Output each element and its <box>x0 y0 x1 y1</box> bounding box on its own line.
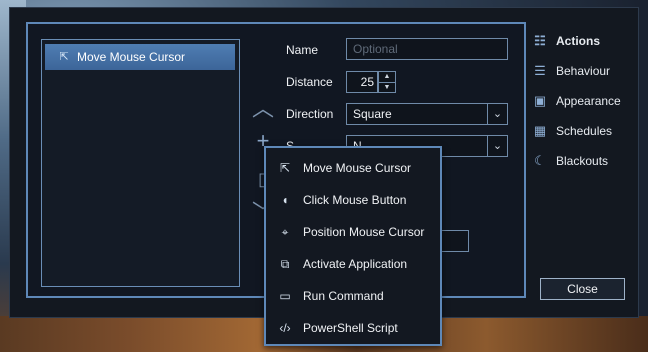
distance-stepper[interactable]: ▲ ▼ <box>378 71 396 93</box>
appearance-icon: ▣ <box>533 93 547 108</box>
name-label: Name <box>286 43 319 57</box>
stepper-down-icon[interactable]: ▼ <box>379 83 395 93</box>
direction-select[interactable]: Square ⌄ <box>346 103 508 125</box>
window-icon: ⧉ <box>280 257 290 271</box>
mouse-click-icon: ◖ <box>281 193 289 207</box>
list-icon: ☷ <box>534 33 546 48</box>
moon-icon: ☾ <box>534 153 546 168</box>
partially-hidden-input[interactable] <box>438 230 469 252</box>
sidebar-item-appearance[interactable]: ▣ Appearance <box>532 90 621 112</box>
sidebar-item-schedules[interactable]: ▦ Schedules <box>532 120 612 142</box>
calendar-icon: ▦ <box>533 123 547 138</box>
add-action-menu: ⇱ Move Mouse Cursor ◖ Click Mouse Button… <box>264 146 442 346</box>
name-input[interactable]: Optional <box>346 38 508 60</box>
mouse-pointer-icon: ⇱ <box>279 161 291 175</box>
menu-item-click-mouse-button[interactable]: ◖ Click Mouse Button <box>266 186 440 214</box>
menu-item-label: Run Command <box>303 289 384 303</box>
sidebar-item-blackouts[interactable]: ☾ Blackouts <box>532 150 608 172</box>
sliders-icon: ☰ <box>534 63 546 78</box>
stepper-up-icon[interactable]: ▲ <box>379 72 395 83</box>
sidebar-item-label: Blackouts <box>556 154 609 168</box>
menu-item-label: Click Mouse Button <box>303 193 407 207</box>
action-list-item-move-mouse-cursor[interactable]: ⇱ Move Mouse Cursor <box>45 44 235 70</box>
direction-label: Direction <box>286 107 334 121</box>
menu-item-activate-application[interactable]: ⧉ Activate Application <box>266 250 440 278</box>
menu-item-position-mouse-cursor[interactable]: ⌖ Position Mouse Cursor <box>266 218 440 246</box>
close-button[interactable]: Close <box>540 278 625 300</box>
menu-item-powershell-script[interactable]: ‹/› PowerShell Script <box>266 314 440 342</box>
chevron-down-icon[interactable]: ⌄ <box>487 136 507 156</box>
sidebar-item-actions[interactable]: ☷ Actions <box>532 30 600 52</box>
menu-item-label: PowerShell Script <box>303 321 398 335</box>
menu-item-run-command[interactable]: ▭ Run Command <box>266 282 440 310</box>
crosshair-icon: ⌖ <box>281 225 289 239</box>
move-up-button[interactable]: ︿ <box>250 96 276 122</box>
code-icon: ‹/› <box>279 321 291 335</box>
action-list-item-label: Move Mouse Cursor <box>77 50 186 64</box>
sidebar-item-label: Behaviour <box>556 64 611 78</box>
sidebar-item-behaviour[interactable]: ☰ Behaviour <box>532 60 610 82</box>
menu-item-label: Move Mouse Cursor <box>303 161 412 175</box>
mouse-pointer-icon: ⇱ <box>59 51 69 63</box>
terminal-icon: ▭ <box>279 289 291 303</box>
sidebar-item-label: Appearance <box>556 94 621 108</box>
menu-item-move-mouse-cursor[interactable]: ⇱ Move Mouse Cursor <box>266 154 440 182</box>
action-list[interactable] <box>41 39 240 287</box>
menu-item-label: Activate Application <box>303 257 408 271</box>
menu-item-label: Position Mouse Cursor <box>303 225 425 239</box>
direction-select-value: Square <box>353 107 392 121</box>
chevron-down-icon[interactable]: ⌄ <box>487 104 507 124</box>
sidebar-item-label: Actions <box>556 34 601 48</box>
distance-input[interactable]: 25 <box>346 71 378 93</box>
distance-label: Distance <box>286 75 333 89</box>
sidebar-item-label: Schedules <box>556 124 613 138</box>
